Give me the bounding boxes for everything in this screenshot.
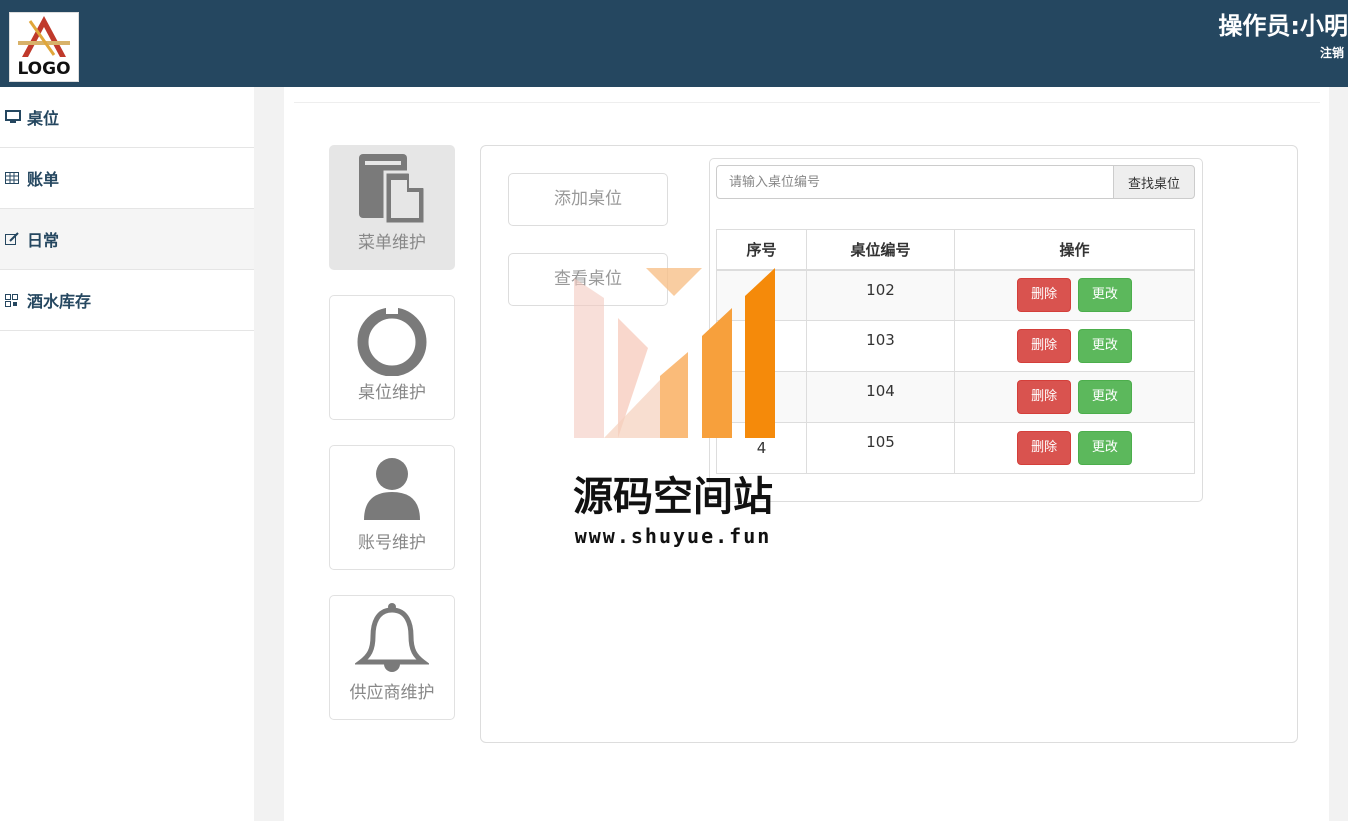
desk-table-card: 查找桌位 序号 桌位编号 操作 1 102 删除 更改: [709, 158, 1203, 502]
column-header-code: 桌位编号: [806, 229, 955, 271]
edit-button[interactable]: 更改: [1077, 329, 1132, 363]
user-icon: [330, 452, 454, 526]
edit-icon: [5, 232, 27, 246]
tile-desk-maintenance[interactable]: 桌位维护: [329, 295, 455, 420]
file-icon: [330, 152, 454, 226]
top-header: LOGO 操作员:小明 注销: [0, 0, 1348, 87]
tile-supplier-maintenance[interactable]: 供应商维护: [329, 595, 455, 720]
qrcode-icon: [5, 293, 27, 307]
delete-button[interactable]: 删除: [1017, 380, 1072, 414]
row-index: 1: [716, 269, 807, 321]
row-desk-code: 103: [806, 320, 955, 372]
row-actions: 删除 更改: [954, 422, 1195, 474]
add-desk-button[interactable]: 添加桌位: [508, 173, 668, 226]
sidebar-item-drinks-stock[interactable]: 酒水库存: [0, 270, 254, 331]
bell-icon: [330, 602, 454, 676]
row-desk-code: 102: [806, 269, 955, 321]
tile-account-maintenance[interactable]: 账号维护: [329, 445, 455, 570]
row-desk-code: 104: [806, 371, 955, 423]
main-content: 菜单维护 桌位维护 账号维护 供应商维护 添加桌位 查看桌位 请输入桌位编号 查…: [284, 87, 1329, 821]
sidebar-item-label: 酒水库存: [27, 292, 92, 311]
query-desk-button[interactable]: 查看桌位: [508, 253, 668, 306]
column-header-actions: 操作: [954, 229, 1195, 271]
tile-label: 菜单维护: [358, 233, 426, 253]
logout-link[interactable]: 注销: [1320, 44, 1348, 61]
sidebar-item-label: 日常: [27, 231, 60, 250]
desk-search-input[interactable]: [716, 165, 1114, 199]
row-actions: 删除 更改: [954, 320, 1195, 372]
delete-button[interactable]: 删除: [1017, 278, 1072, 313]
row-index: 2: [716, 320, 807, 372]
sidebar: 桌位 账单 日常 酒水库存: [0, 87, 254, 821]
tile-label: 供应商维护: [349, 683, 435, 703]
row-index: 4: [716, 422, 807, 474]
edit-button[interactable]: 更改: [1077, 431, 1132, 465]
table-icon: [5, 172, 27, 184]
table-row: 3 104 删除 更改: [716, 371, 1195, 423]
row-index: 3: [716, 371, 807, 423]
row-desk-code: 105: [806, 422, 955, 474]
app-logo[interactable]: LOGO: [9, 12, 79, 82]
table-row: 2 103 删除 更改: [716, 320, 1195, 372]
column-header-index: 序号: [716, 229, 807, 271]
sidebar-item-desk[interactable]: 桌位: [0, 87, 254, 148]
tile-menu-maintenance[interactable]: 菜单维护: [329, 145, 455, 270]
ring-icon: [330, 302, 454, 376]
edit-button[interactable]: 更改: [1077, 380, 1132, 414]
sidebar-item-bill[interactable]: 账单: [0, 148, 254, 209]
row-actions: 删除 更改: [954, 371, 1195, 423]
tile-label: 桌位维护: [358, 383, 426, 403]
delete-button[interactable]: 删除: [1017, 329, 1072, 363]
operator-name: 操作员:小明: [1218, 12, 1348, 40]
sidebar-item-label: 桌位: [27, 109, 60, 128]
tile-label: 账号维护: [358, 533, 426, 553]
logo-text: LOGO: [17, 59, 71, 79]
sidebar-item-label: 账单: [27, 170, 60, 189]
sidebar-item-daily[interactable]: 日常: [0, 209, 254, 270]
monitor-icon: [5, 110, 27, 124]
table-row: 4 105 删除 更改: [716, 422, 1195, 474]
table-header-row: 序号 桌位编号 操作: [716, 229, 1195, 271]
row-actions: 删除 更改: [954, 269, 1195, 321]
delete-button[interactable]: 删除: [1017, 431, 1072, 465]
divider: [294, 102, 1320, 103]
logo-graphic-icon: [18, 16, 70, 57]
search-desk-button[interactable]: 查找桌位: [1113, 165, 1195, 199]
table-row: 1 102 删除 更改: [716, 269, 1195, 321]
content-panel: 添加桌位 查看桌位 查找桌位 序号 桌位编号 操作 1 102: [480, 145, 1298, 743]
edit-button[interactable]: 更改: [1077, 278, 1132, 313]
desk-table: 序号 桌位编号 操作 1 102 删除 更改 2 103 删除 更改 3 104…: [716, 229, 1195, 474]
